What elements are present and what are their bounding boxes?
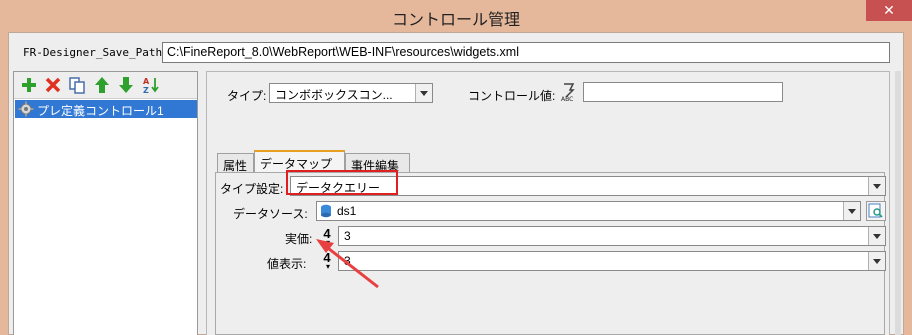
add-icon[interactable] — [20, 76, 38, 94]
save-path-label: FR-Designer_Save_Path: — [23, 46, 169, 59]
chevron-down-icon — [868, 252, 885, 270]
preview-search-icon — [868, 203, 883, 218]
sort-az-icon[interactable]: A Z — [142, 76, 160, 94]
chevron-down-icon — [415, 84, 432, 102]
chevron-down-icon — [868, 227, 885, 245]
title-bar[interactable]: コントロール管理 ✕ — [0, 0, 912, 32]
delete-icon[interactable] — [44, 76, 62, 94]
svg-text:A: A — [143, 77, 150, 86]
control-value-label: コントロール値: — [468, 89, 556, 103]
svg-text:Z: Z — [143, 86, 149, 94]
svg-text:ABC: ABC — [561, 96, 573, 102]
database-icon — [321, 204, 331, 218]
tree-item-label: プレ定義コントロール1 — [37, 104, 164, 118]
dialog-window: コントロール管理 ✕ FR-Designer_Save_Path: C:\Fin… — [0, 0, 912, 335]
highlight-box — [286, 170, 398, 195]
annotation-arrow-icon — [316, 239, 379, 289]
save-path-field[interactable]: C:\FineReport_8.0\WebReport\WEB-INF\reso… — [162, 42, 890, 63]
close-button[interactable]: ✕ — [866, 0, 912, 21]
data-source-combo[interactable]: ds1 — [316, 201, 861, 221]
copy-icon[interactable] — [68, 76, 86, 94]
vertical-scrollbar[interactable] — [895, 71, 901, 335]
type-label: タイプ: — [227, 89, 267, 103]
actual-value-label: 実価: — [285, 232, 313, 246]
tab-attributes[interactable]: 属性 — [217, 153, 254, 174]
data-source-value: ds1 — [337, 204, 357, 218]
move-up-icon[interactable] — [93, 76, 111, 94]
widget-list-panel: A Z プレ定義コントロール1 — [13, 71, 198, 335]
chevron-down-icon — [843, 202, 860, 220]
window-title: コントロール管理 — [391, 12, 520, 29]
formula-abc-icon[interactable]: ABC — [561, 82, 579, 102]
type-combo[interactable]: コンボボックスコン... — [269, 83, 433, 103]
type-setting-label: タイプ設定: — [220, 182, 284, 196]
data-source-label: データソース: — [233, 207, 308, 221]
display-value-combo[interactable]: 3 — [338, 251, 886, 271]
chevron-down-icon — [868, 177, 885, 195]
actual-value-combo[interactable]: 3 — [338, 226, 886, 246]
widget-settings-panel: タイプ: コンボボックスコン... コントロール値: ABC 属性 データマップ… — [206, 71, 890, 335]
dialog-client-area: FR-Designer_Save_Path: C:\FineReport_8.0… — [8, 32, 904, 335]
move-down-icon[interactable] — [117, 76, 135, 94]
control-value-field[interactable] — [583, 82, 783, 102]
widget-toolbar: A Z — [14, 72, 197, 99]
type-combo-value: コンボボックスコン... — [275, 88, 393, 102]
display-value-label: 値表示: — [267, 257, 307, 271]
gear-icon — [18, 101, 34, 117]
data-preview-button[interactable] — [866, 201, 886, 221]
tree-item-predefined-control[interactable]: プレ定義コントロール1 — [15, 100, 197, 118]
